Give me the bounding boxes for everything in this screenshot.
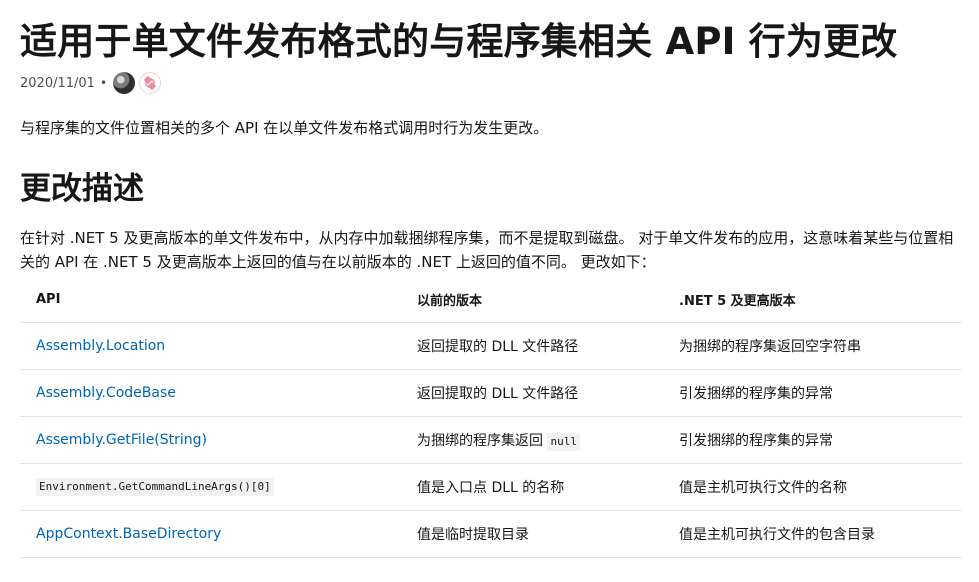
contributor-avatar-icon[interactable] [139,72,162,94]
previous-version-text: 值是入口点 DLL 的名称 [417,480,565,496]
previous-version-text: 值是临时提取目录 [417,527,529,543]
column-header-previous-version: 以前的版本 [401,276,663,323]
api-cell: Assembly.CodeBase [20,369,401,417]
api-changes-table-wrapper: API 以前的版本 .NET 5 及更高版本 Assembly.Location… [20,276,962,558]
previous-version-text: 为捆绑的程序集返回 [417,432,543,449]
api-link[interactable]: Assembly.GetFile(String) [36,432,207,448]
api-cell: Environment.GetCommandLineArgs()[0] [20,463,401,511]
table-row: AppContext.BaseDirectory 值是临时提取目录 值是主机可执… [20,510,962,558]
api-link[interactable]: Assembly.Location [36,338,165,354]
inline-code: null [547,432,580,451]
new-version-cell: 引发捆绑的程序集的异常 [663,416,962,464]
previous-version-cell: 返回提取的 DLL 文件路径 [401,322,663,370]
table-row: Assembly.CodeBase 返回提取的 DLL 文件路径 引发捆绑的程序… [20,369,962,417]
section-heading: 更改描述 [20,171,144,207]
previous-version-text: 返回提取的 DLL 文件路径 [417,386,579,402]
column-header-api: API [20,276,401,323]
table-header: API 以前的版本 .NET 5 及更高版本 [20,276,962,323]
table-header-row: API 以前的版本 .NET 5 及更高版本 [20,276,962,323]
change-description: 在针对 .NET 5 及更高版本的单文件发布中，从内存中加载捆绑程序集，而不是提… [20,229,954,271]
api-changes-table: API 以前的版本 .NET 5 及更高版本 Assembly.Location… [20,276,962,558]
publish-date: 2020/11/01 [20,75,95,91]
api-cell: Assembly.Location [20,322,401,370]
api-link[interactable]: Assembly.CodeBase [36,385,176,401]
api-code: Environment.GetCommandLineArgs()[0] [36,478,274,496]
table-row: Assembly.GetFile(String) 为捆绑的程序集返回 null … [20,416,962,464]
api-cell: Assembly.GetFile(String) [20,416,401,464]
new-version-cell: 值是主机可执行文件的包含目录 [663,510,962,558]
table-body: Assembly.Location 返回提取的 DLL 文件路径 为捆绑的程序集… [20,322,962,558]
table-row: Environment.GetCommandLineArgs()[0] 值是入口… [20,463,962,511]
api-cell: AppContext.BaseDirectory [20,510,401,558]
new-version-cell: 值是主机可执行文件的名称 [663,463,962,511]
previous-version-text: 返回提取的 DLL 文件路径 [417,339,579,355]
new-version-cell: 引发捆绑的程序集的异常 [663,369,962,417]
table-row: Assembly.Location 返回提取的 DLL 文件路径 为捆绑的程序集… [20,322,962,370]
contributor-avatar-icon[interactable] [113,72,136,94]
previous-version-cell: 值是入口点 DLL 的名称 [401,463,663,511]
previous-version-cell: 为捆绑的程序集返回 null [401,416,663,464]
previous-version-cell: 值是临时提取目录 [401,510,663,558]
intro-paragraph: 与程序集的文件位置相关的多个 API 在以单文件发布格式调用时行为发生更改。 [20,119,549,137]
new-version-cell: 为捆绑的程序集返回空字符串 [663,322,962,370]
api-link[interactable]: AppContext.BaseDirectory [36,526,221,542]
previous-version-cell: 返回提取的 DLL 文件路径 [401,369,663,417]
column-header-net5-version: .NET 5 及更高版本 [663,276,962,323]
documentation-page: 适用于单文件发布格式的与程序集相关 API 行为更改 2020/11/01 • … [0,0,979,582]
metadata-separator: • [99,76,108,90]
page-title: 适用于单文件发布格式的与程序集相关 API 行为更改 [20,20,898,63]
article-metadata: 2020/11/01 • [20,68,967,98]
